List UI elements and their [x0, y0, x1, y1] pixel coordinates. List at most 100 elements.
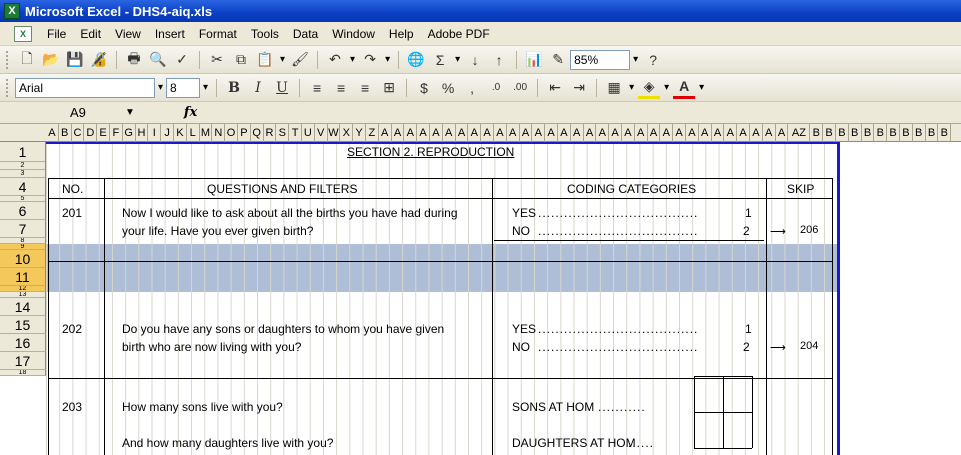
row-header[interactable]: 1 — [0, 142, 46, 162]
column-header[interactable]: A — [456, 124, 469, 142]
row-header[interactable]: 15 — [0, 316, 46, 334]
column-header[interactable]: A — [635, 124, 648, 142]
column-header[interactable]: A — [558, 124, 571, 142]
column-header[interactable]: P — [238, 124, 251, 142]
column-header[interactable]: D — [84, 124, 98, 142]
borders-icon[interactable]: ▦ — [603, 77, 625, 99]
menu-data[interactable]: Data — [286, 27, 325, 41]
copy-icon[interactable]: ⧉ — [230, 49, 252, 71]
new-icon[interactable]: 🗋 — [16, 49, 38, 71]
align-center-icon[interactable]: ≡ — [330, 77, 352, 99]
redo-dropdown-icon[interactable]: ▾ — [385, 54, 390, 65]
column-header[interactable]: A — [776, 124, 789, 142]
font-size-select[interactable]: 8 — [166, 77, 201, 98]
paste-dropdown-icon[interactable]: ▾ — [280, 54, 285, 65]
column-header[interactable]: G — [123, 124, 136, 142]
column-header[interactable]: Y — [353, 124, 366, 142]
increase-decimal-icon[interactable]: .0 — [485, 77, 507, 99]
row-header[interactable]: 6 — [0, 202, 46, 220]
column-header[interactable]: A — [596, 124, 610, 142]
toolbar-grip[interactable] — [6, 50, 9, 69]
comma-icon[interactable]: , — [461, 77, 483, 99]
currency-icon[interactable]: $ — [413, 77, 435, 99]
bold-icon[interactable]: B — [223, 77, 245, 99]
column-header[interactable]: A — [648, 124, 661, 142]
column-header[interactable]: B — [926, 124, 939, 142]
fill-color-icon[interactable]: ◈ — [638, 77, 661, 99]
paste-icon[interactable]: 📋 — [254, 49, 276, 71]
column-header[interactable]: A — [660, 124, 674, 142]
row-header[interactable]: 4 — [0, 178, 46, 196]
print-preview-icon[interactable]: 🔍 — [147, 49, 169, 71]
column-header[interactable]: A — [699, 124, 712, 142]
column-header[interactable]: AZ — [788, 124, 811, 142]
column-header[interactable]: A — [532, 124, 546, 142]
column-header[interactable]: L — [187, 124, 200, 142]
save-icon[interactable]: 💾 — [64, 49, 86, 71]
row-header[interactable]: 18 — [0, 370, 46, 376]
open-icon[interactable]: 📂 — [40, 49, 62, 71]
print-icon[interactable]: 🖶 — [123, 49, 145, 71]
row-header[interactable]: 17 — [0, 352, 46, 370]
column-header[interactable]: M — [200, 124, 213, 142]
row-header[interactable]: 11 — [0, 268, 46, 286]
sort-ascending-icon[interactable]: ↓ — [464, 49, 486, 71]
excel-icon[interactable]: X — [4, 3, 20, 19]
column-header[interactable]: H — [136, 124, 149, 142]
column-header[interactable]: X — [340, 124, 354, 142]
column-header[interactable]: N — [212, 124, 226, 142]
column-header[interactable]: B — [59, 124, 72, 142]
column-header[interactable]: A — [622, 124, 635, 142]
menu-edit[interactable]: Edit — [73, 27, 108, 41]
column-header[interactable]: Z — [366, 124, 379, 142]
align-left-icon[interactable]: ≡ — [306, 77, 328, 99]
column-header[interactable]: B — [887, 124, 900, 142]
column-header[interactable]: B — [836, 124, 849, 142]
column-header[interactable]: I — [148, 124, 162, 142]
column-header[interactable]: Q — [251, 124, 264, 142]
percent-icon[interactable]: % — [437, 77, 459, 99]
name-box-dropdown-icon[interactable]: ▼ — [125, 107, 135, 118]
column-header[interactable]: A — [481, 124, 494, 142]
row-header[interactable]: 10 — [0, 250, 46, 268]
menu-file[interactable]: File — [40, 27, 73, 41]
column-header[interactable]: B — [913, 124, 926, 142]
column-header[interactable]: B — [823, 124, 836, 142]
toolbar-grip[interactable] — [6, 78, 9, 97]
font-color-icon[interactable]: A — [673, 77, 696, 99]
column-header[interactable]: A — [763, 124, 776, 142]
fill-dropdown-icon[interactable]: ▾ — [664, 82, 669, 93]
row-header[interactable]: 2 — [0, 162, 46, 170]
menu-window[interactable]: Window — [325, 27, 382, 41]
decrease-indent-icon[interactable]: ⇤ — [544, 77, 566, 99]
column-header[interactable]: T — [289, 124, 302, 142]
column-header[interactable]: A — [686, 124, 699, 142]
column-header[interactable]: B — [900, 124, 913, 142]
menu-insert[interactable]: Insert — [148, 27, 192, 41]
column-header[interactable]: A — [507, 124, 520, 142]
name-box[interactable]: A9 — [0, 103, 122, 123]
spelling-icon[interactable]: ✓ — [171, 49, 193, 71]
size-dropdown-icon[interactable]: ▾ — [203, 82, 208, 93]
font-dropdown-icon[interactable]: ▾ — [158, 82, 163, 93]
italic-icon[interactable]: I — [247, 77, 269, 99]
column-header[interactable]: A — [712, 124, 725, 142]
column-header[interactable]: B — [810, 124, 824, 142]
column-header[interactable]: K — [174, 124, 187, 142]
undo-icon[interactable]: ↶ — [324, 49, 346, 71]
menu-view[interactable]: View — [108, 27, 148, 41]
column-header[interactable]: B — [862, 124, 875, 142]
decrease-decimal-icon[interactable]: .00 — [509, 77, 531, 99]
column-header[interactable]: A — [392, 124, 405, 142]
column-header[interactable]: A — [443, 124, 456, 142]
font-name-select[interactable]: Arial — [15, 77, 155, 98]
column-header[interactable]: A — [737, 124, 750, 142]
column-header[interactable]: W — [328, 124, 341, 142]
column-header[interactable]: A — [673, 124, 686, 142]
column-header[interactable]: B — [849, 124, 862, 142]
increase-indent-icon[interactable]: ⇥ — [568, 77, 590, 99]
row-header[interactable]: 16 — [0, 334, 46, 352]
column-header[interactable]: S — [276, 124, 290, 142]
merge-center-icon[interactable]: ⊞ — [378, 77, 400, 99]
column-header[interactable]: A — [609, 124, 622, 142]
